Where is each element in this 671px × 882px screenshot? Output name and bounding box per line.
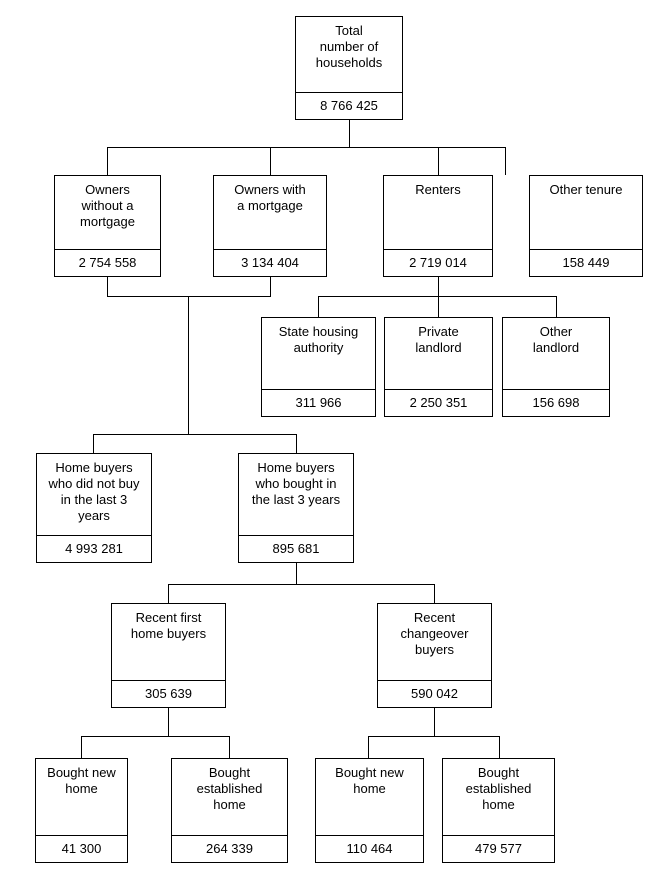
node-renters[interactable]: Renters 2 719 014 [383,175,493,277]
node-label: Other tenure [549,182,623,197]
connector-total-down [349,120,350,147]
connector-to-other-tenure [505,147,506,175]
node-private-landlord[interactable]: Private landlord 2 250 351 [384,317,493,417]
connector-to-state-housing [318,296,319,317]
node-value: 8 766 425 [296,92,402,119]
connector-to-private-landlord [438,296,439,317]
node-label: Bought new home [47,765,116,796]
connector-to-changeover-buyers [434,584,435,603]
node-value: 479 577 [443,835,554,862]
node-label: Recent changeover buyers [400,610,469,657]
connector-to-recent-buyers [296,434,297,453]
node-label: Owners with a mortgage [234,182,306,213]
connector-owners-no-mortgage-down [107,277,108,296]
node-recent-changeover-buyers[interactable]: Recent changeover buyers 590 042 [377,603,492,708]
node-first-home-bought-established[interactable]: Bought established home 264 339 [171,758,288,863]
node-label: Bought established home [465,765,532,812]
node-value: 158 449 [530,249,642,276]
node-value: 264 339 [172,835,287,862]
node-other-landlord[interactable]: Other landlord 156 698 [502,317,610,417]
node-label: Bought new home [335,765,404,796]
node-label: State housing authority [278,324,359,355]
node-first-home-bought-new[interactable]: Bought new home 41 300 [35,758,128,863]
node-changeover-bought-new[interactable]: Bought new home 110 464 [315,758,424,863]
node-label: Recent first home buyers [130,610,207,641]
connector-row2-bus [107,147,505,148]
connector-landlord-bus [318,296,556,297]
node-label: Other landlord [532,324,580,355]
connector-home-buyers-bus [93,434,297,435]
node-value: 4 993 281 [37,535,151,562]
node-changeover-bought-established[interactable]: Bought established home 479 577 [442,758,555,863]
node-label: Home buyers who bought in the last 3 yea… [251,460,341,507]
node-value: 311 966 [262,389,375,416]
node-value: 2 754 558 [55,249,160,276]
connector-changeover-down [434,708,435,736]
connector-recent-down [296,563,297,584]
connector-to-co-established-home [499,736,500,758]
connector-changeover-split-bus [368,736,499,737]
node-other-tenure[interactable]: Other tenure 158 449 [529,175,643,277]
connector-first-home-down [168,708,169,736]
node-recent-first-home-buyers[interactable]: Recent first home buyers 305 639 [111,603,226,708]
node-label: Total number of households [315,23,383,70]
connector-to-not-recent-buyers [93,434,94,453]
connector-renters-down [438,277,439,296]
node-owners-with-mortgage[interactable]: Owners with a mortgage 3 134 404 [213,175,327,277]
node-value: 895 681 [239,535,353,562]
node-value: 2 719 014 [384,249,492,276]
connector-owners-with-mortgage-down [270,277,271,296]
node-label: Private landlord [415,324,462,355]
connector-to-co-new-home [368,736,369,758]
connector-to-fh-new-home [81,736,82,758]
node-value: 156 698 [503,389,609,416]
connector-owners-merged-down [188,296,189,434]
diagram-canvas: Total number of households 8 766 425 Own… [0,0,671,882]
connector-to-other-landlord [556,296,557,317]
node-state-housing-authority[interactable]: State housing authority 311 966 [261,317,376,417]
node-value: 305 639 [112,680,225,707]
node-owners-without-mortgage[interactable]: Owners without a mortgage 2 754 558 [54,175,161,277]
node-value: 2 250 351 [385,389,492,416]
connector-to-fh-established-home [229,736,230,758]
node-value: 110 464 [316,835,423,862]
node-value: 590 042 [378,680,491,707]
node-label: Bought established home [196,765,263,812]
connector-owners-merge-bus [107,296,271,297]
node-label: Owners without a mortgage [80,182,135,229]
node-total-households[interactable]: Total number of households 8 766 425 [295,16,403,120]
connector-to-first-home-buyers [168,584,169,603]
connector-to-owners-no-mortgage [107,147,108,175]
node-label: Home buyers who did not buy in the last … [48,460,140,523]
node-home-buyers-not-recent[interactable]: Home buyers who did not buy in the last … [36,453,152,563]
node-home-buyers-recent[interactable]: Home buyers who bought in the last 3 yea… [238,453,354,563]
connector-to-renters [438,147,439,175]
node-value: 3 134 404 [214,249,326,276]
connector-recent-split-bus [168,584,434,585]
node-label: Renters [415,182,461,197]
connector-to-owners-with-mortgage [270,147,271,175]
node-value: 41 300 [36,835,127,862]
connector-first-home-split-bus [81,736,229,737]
